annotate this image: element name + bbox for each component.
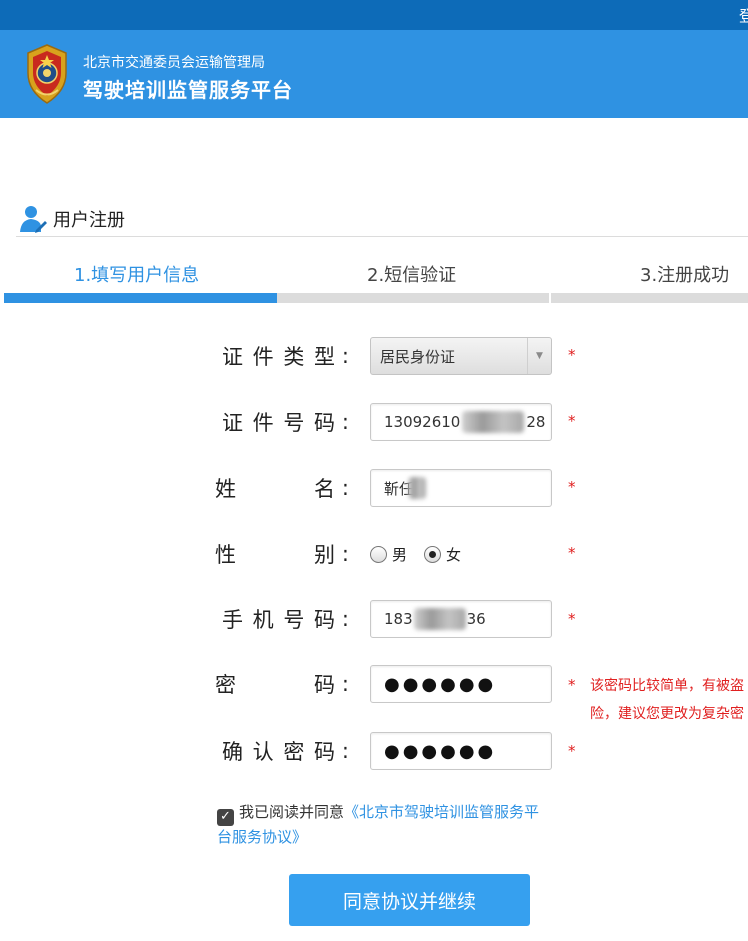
step-sms-verify: 2.短信验证 bbox=[367, 265, 457, 286]
national-emblem-icon bbox=[27, 44, 67, 104]
password-strength-warning: 该密码比较简单，有被盗 险，建议您更改为复杂密 bbox=[590, 678, 744, 722]
agreement-row: ✓ 我已阅读并同意《北京市驾驶培训监管服务平台服务协议》 bbox=[217, 801, 547, 848]
platform-name: 驾驶培训监管服务平台 bbox=[83, 78, 293, 102]
required-mark: * bbox=[568, 412, 576, 430]
password-label: 密 码 : bbox=[215, 672, 349, 697]
redacted-blur bbox=[408, 477, 427, 499]
section-title-text: 用户注册 bbox=[53, 210, 125, 231]
step-register-success: 3.注册成功 bbox=[640, 265, 730, 286]
name-input[interactable]: 靳任 bbox=[370, 469, 552, 507]
id-number-input[interactable]: 13092610 28 bbox=[370, 403, 552, 441]
step-fill-info: 1.填写用户信息 bbox=[74, 265, 200, 286]
agreement-text: 我已阅读并同意 bbox=[239, 803, 345, 821]
registration-page: 登 北京市交通委员会运输管理局 驾驶培训监管服务平台 用户注册 1.填写用户信息… bbox=[0, 0, 748, 941]
top-bar: 登 bbox=[0, 0, 748, 30]
required-mark: * bbox=[568, 346, 576, 364]
required-mark: * bbox=[568, 676, 576, 694]
password-input[interactable]: ●●●●●● bbox=[370, 665, 552, 703]
agree-continue-button[interactable]: 同意协议并继续 bbox=[289, 874, 530, 926]
id-type-value: 居民身份证 bbox=[380, 347, 456, 366]
user-register-icon bbox=[20, 206, 47, 233]
phone-input[interactable]: 183 36 bbox=[370, 600, 552, 638]
redacted-blur bbox=[462, 411, 525, 433]
id-type-label: 证 件 类 型 : bbox=[222, 344, 349, 369]
required-mark: * bbox=[568, 742, 576, 760]
agreement-checkbox[interactable]: ✓ bbox=[217, 808, 234, 826]
required-mark: * bbox=[568, 544, 576, 562]
id-type-select[interactable]: 居民身份证 ▼ bbox=[370, 337, 552, 375]
required-mark: * bbox=[568, 610, 576, 628]
gender-option-male[interactable]: 男 bbox=[370, 544, 407, 565]
site-header: 北京市交通委员会运输管理局 驾驶培训监管服务平台 bbox=[0, 30, 748, 118]
radio-female[interactable] bbox=[424, 545, 442, 563]
step-progress-3 bbox=[551, 293, 748, 303]
section-title: 用户注册 bbox=[18, 203, 125, 235]
radio-male[interactable] bbox=[370, 545, 387, 563]
step-progress-1 bbox=[4, 293, 277, 303]
chevron-down-icon: ▼ bbox=[527, 338, 551, 374]
phone-label: 手 机 号 码 : bbox=[222, 607, 349, 632]
registration-steps: 1.填写用户信息 2.短信验证 3.注册成功 bbox=[0, 256, 748, 306]
gender-radio-group: 男 女 bbox=[370, 542, 478, 566]
confirm-password-input[interactable]: ●●●●●● bbox=[370, 732, 552, 770]
redacted-blur bbox=[413, 608, 466, 630]
step-progress-2 bbox=[277, 293, 549, 303]
gender-label: 性 别 : bbox=[215, 542, 349, 567]
section-divider bbox=[16, 236, 748, 237]
confirm-password-label: 确 认 密 码 : bbox=[222, 739, 349, 764]
id-number-label: 证 件 号 码 : bbox=[222, 410, 349, 435]
required-mark: * bbox=[568, 478, 576, 496]
name-label: 姓 名 : bbox=[215, 476, 349, 501]
org-name: 北京市交通委员会运输管理局 bbox=[83, 55, 265, 71]
gender-option-female[interactable]: 女 bbox=[424, 544, 461, 565]
login-link[interactable]: 登 bbox=[739, 5, 748, 26]
